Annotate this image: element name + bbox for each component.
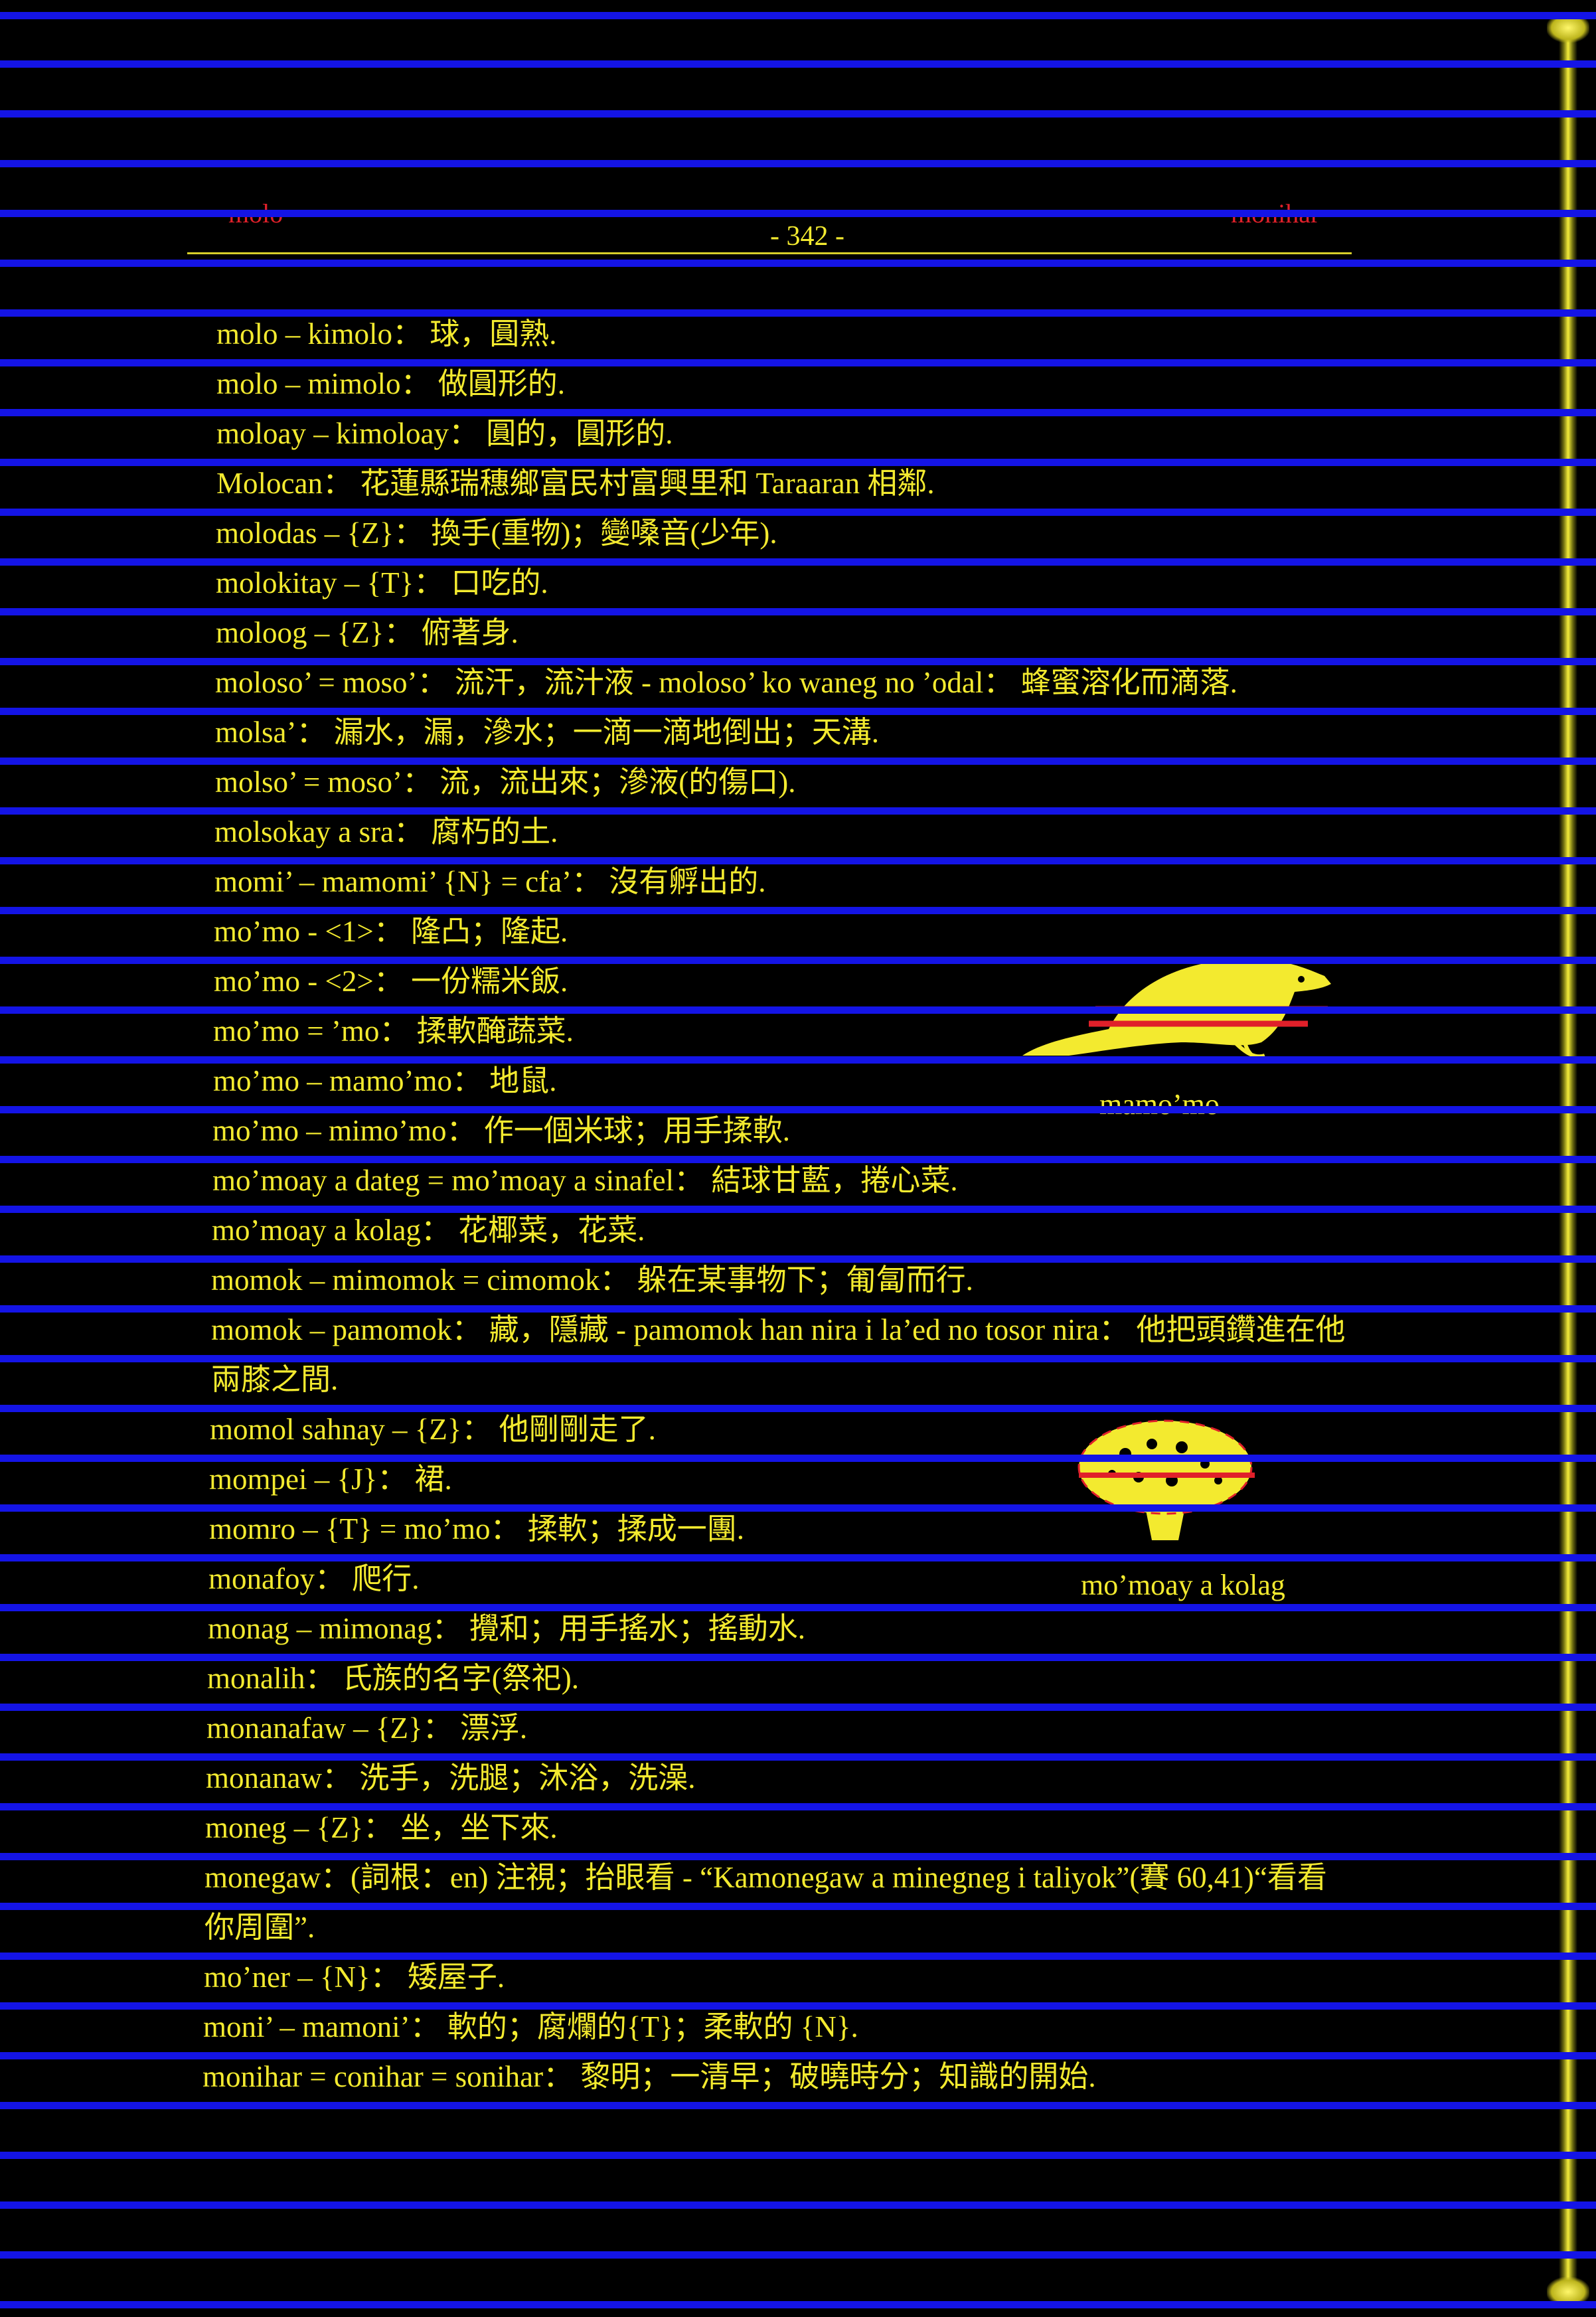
entry: monegaw：(詞根：en) 注視；抬眼看 - “Kamonegaw a mi… [204, 1861, 1327, 1944]
entry: molo – kimolo： 球，圓熟. [216, 317, 557, 351]
mole-caption: mamo’mo [1099, 1088, 1220, 1121]
entry: monag – mimonag： 攪和；用手搖水；搖動水. [208, 1612, 805, 1645]
entry: moloog – {Z}： 俯著身. [216, 616, 519, 649]
entry: mo’mo - <2>： 一份糯米飯. [214, 965, 568, 998]
entry: mo’mo – mimo’mo： 作一個米球；用手揉軟. [212, 1114, 790, 1147]
spine-bottom-cap [1547, 2277, 1589, 2306]
entry: momol sahnay – {Z}： 他剛剛走了. [210, 1413, 656, 1446]
page-number: - 342 - [770, 221, 844, 252]
entry: monalih： 氏族的名字(祭祀). [207, 1662, 579, 1695]
entry: molsa’： 漏水，漏，滲水；一滴一滴地倒出；天溝. [215, 716, 879, 749]
entry: mo’moay a kolag： 花椰菜，花菜. [212, 1214, 645, 1247]
entry: mo’mo = ’mo： 揉軟醃蔬菜. [213, 1014, 574, 1048]
entry: molsokay a sra： 腐朽的土. [214, 815, 558, 848]
entry: molokitay – {T}： 口吃的. [216, 566, 548, 599]
entry: moni’ – mamoni’： 軟的；腐爛的{T}；柔軟的 {N}. [203, 2010, 858, 2043]
dictionary-entries: molo – kimolo： 球，圓熟. molo – mimolo： 做圓形的… [0, 309, 1547, 2102]
entry: monanafaw – {Z}： 漂浮. [206, 1712, 528, 1745]
entry: momok – mimomok = cimomok： 躲在某事物下；匍匐而行. [211, 1263, 973, 1297]
entry: molodas – {Z}： 換手(重物)；變嗓音(少年). [216, 517, 777, 550]
guide-word-left: molo [228, 199, 283, 228]
entry: moneg – {Z}： 坐，坐下來. [205, 1811, 558, 1844]
entry: molo – mimolo： 做圓形的. [216, 367, 566, 400]
spine-top-cap [1547, 13, 1589, 42]
entry: monanaw： 洗手，洗腿；沐浴，洗澡. [206, 1761, 696, 1795]
cauliflower-caption: mo’moay a kolag [1081, 1569, 1285, 1601]
entry: momok – pamomok： 藏，隱藏 - pamomok han nira… [211, 1313, 1346, 1396]
guide-word-right: monihar [1231, 199, 1320, 228]
entry: moloay – kimoloay： 圓的，圓形的. [216, 417, 673, 450]
entry: momi’ – mamomi’ {N} = cfa’： 沒有孵出的. [214, 865, 766, 898]
entry: monihar = conihar = sonihar： 黎明；一清早；破曉時分… [202, 2060, 1096, 2093]
entry: molso’ = moso’： 流，流出來；滲液(的傷口). [215, 765, 796, 799]
page-spine [1559, 20, 1577, 2304]
entry: mo’mo - <1>： 隆凸；隆起. [214, 915, 568, 948]
header-underline [187, 252, 1352, 254]
entry: mo’moay a dateg = mo’moay a sinafel： 結球甘… [212, 1164, 958, 1197]
entry: mompei – {J}： 裙. [209, 1463, 452, 1496]
entry: Molocan： 花蓮縣瑞穗鄉富民村富興里和 Taraaran 相鄰. [216, 467, 935, 500]
entry: mo’mo – mamo’mo： 地鼠. [213, 1064, 557, 1097]
entry: moloso’ = moso’： 流汗，流汁液 - moloso’ ko wan… [215, 666, 1237, 699]
entry: mo’ner – {N}： 矮屋子. [204, 1960, 505, 1994]
entry: momro – {T} = mo’mo： 揉軟；揉成一團. [209, 1512, 745, 1546]
entry: monafoy： 爬行. [208, 1562, 420, 1595]
